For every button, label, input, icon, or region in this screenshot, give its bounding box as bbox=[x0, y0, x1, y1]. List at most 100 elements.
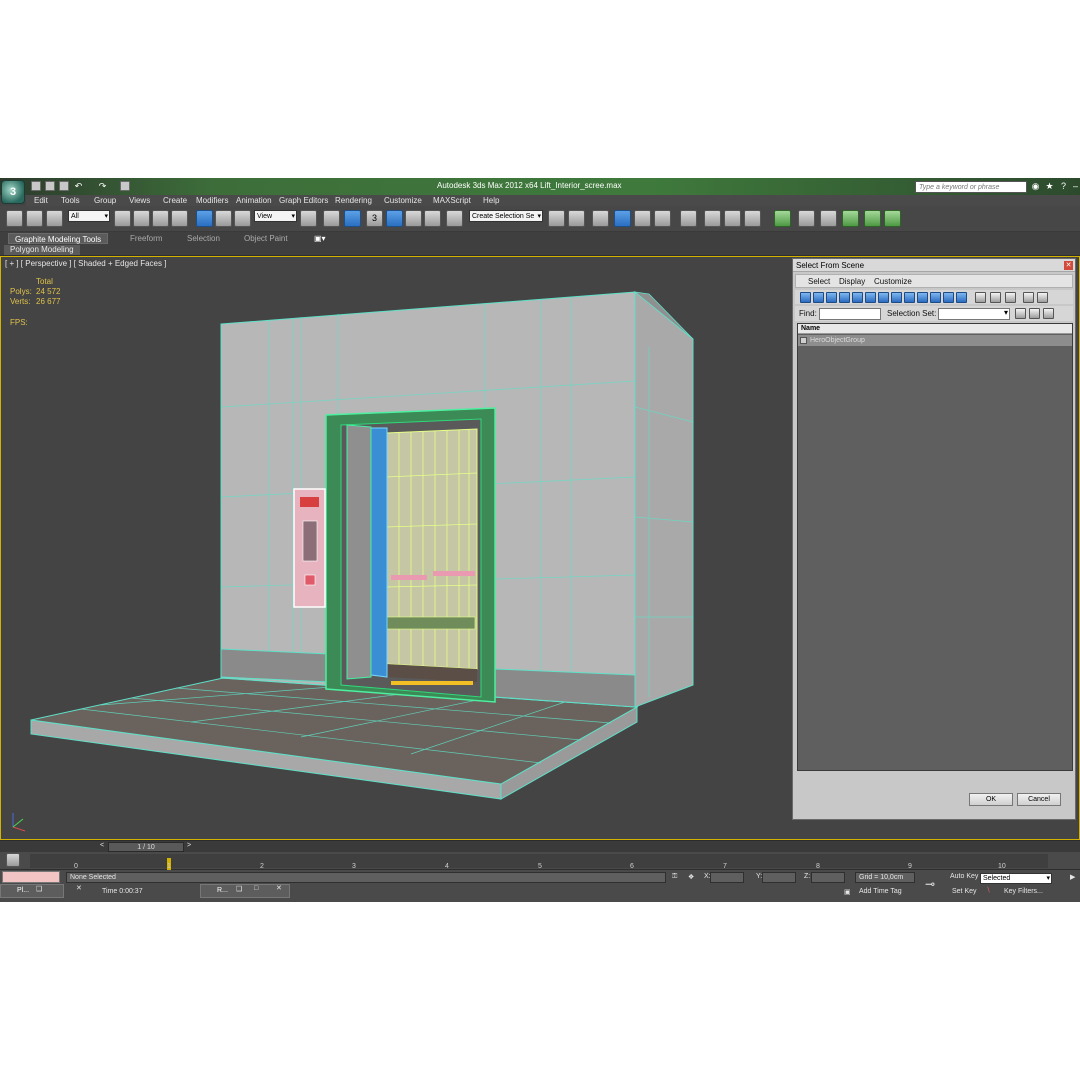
viewport-label[interactable]: [ + ] [ Perspective ] [ Shaded + Edged F… bbox=[5, 259, 166, 268]
rendered-frame-window-icon[interactable] bbox=[724, 210, 741, 227]
window-crossing-icon[interactable] bbox=[171, 210, 188, 227]
pivot-center-icon[interactable] bbox=[300, 210, 317, 227]
menu-modifiers[interactable]: Modifiers bbox=[196, 196, 228, 205]
minimize-icon[interactable]: – bbox=[1070, 181, 1080, 192]
subscription-icon[interactable]: ★ bbox=[1044, 181, 1055, 192]
rectangular-selection-icon[interactable] bbox=[152, 210, 169, 227]
mini-curve-editor-icon[interactable] bbox=[6, 853, 20, 867]
restore-icon[interactable]: ❑ bbox=[36, 885, 42, 893]
ok-button[interactable]: OK bbox=[969, 793, 1013, 806]
filter-icon[interactable] bbox=[1023, 292, 1034, 303]
select-object-icon[interactable] bbox=[114, 210, 131, 227]
keyboard-shortcut-override-icon[interactable] bbox=[344, 210, 361, 227]
menu-views[interactable]: Views bbox=[129, 196, 150, 205]
display-lights-icon[interactable] bbox=[826, 292, 837, 303]
menu-group[interactable]: Group bbox=[94, 196, 116, 205]
new-file-icon[interactable] bbox=[31, 181, 41, 191]
lock-icon[interactable]: ⚿ bbox=[672, 873, 677, 881]
tab-selection[interactable]: Selection bbox=[181, 233, 226, 244]
restore-icon[interactable]: ❑ bbox=[236, 885, 242, 893]
scale-icon[interactable] bbox=[234, 210, 251, 227]
display-hidden-icon[interactable] bbox=[943, 292, 954, 303]
slider-prev-icon[interactable]: < bbox=[100, 842, 104, 849]
help-icon[interactable]: ? bbox=[1058, 181, 1069, 192]
auto-key-button[interactable]: Auto Key bbox=[950, 873, 978, 880]
display-bones-icon[interactable] bbox=[904, 292, 915, 303]
material-editor-icon[interactable] bbox=[680, 210, 697, 227]
panel-polygon-modeling[interactable]: Polygon Modeling bbox=[4, 245, 80, 255]
save-file-icon[interactable] bbox=[59, 181, 69, 191]
time-tag-icon[interactable]: ▣ bbox=[844, 888, 851, 896]
schematic-view-icon[interactable] bbox=[654, 210, 671, 227]
render-setup-icon[interactable] bbox=[704, 210, 721, 227]
key-filters-button[interactable]: Key Filters... bbox=[1004, 888, 1043, 895]
find-input[interactable] bbox=[819, 308, 881, 320]
add-time-tag-button[interactable]: Add Time Tag bbox=[859, 888, 902, 895]
menu-maxscript[interactable]: MAXScript bbox=[433, 196, 471, 205]
close-icon[interactable]: ✕ bbox=[1064, 261, 1073, 270]
selection-filter-dropdown[interactable]: All bbox=[68, 210, 110, 223]
render-production-icon[interactable] bbox=[744, 210, 761, 227]
move-icon[interactable] bbox=[196, 210, 213, 227]
close-icon[interactable]: ✕ bbox=[276, 884, 282, 892]
refresh-icon[interactable] bbox=[864, 210, 881, 227]
app-logo-icon[interactable]: 3 bbox=[1, 180, 25, 204]
mirror-icon[interactable] bbox=[548, 210, 565, 227]
unlink-icon[interactable] bbox=[26, 210, 43, 227]
cancel-button[interactable]: Cancel bbox=[1017, 793, 1061, 806]
tab-freeform[interactable]: Freeform bbox=[124, 233, 168, 244]
stack-icon[interactable] bbox=[820, 210, 837, 227]
undo-icon[interactable]: ↶ bbox=[73, 181, 84, 192]
menu-edit[interactable]: Edit bbox=[34, 196, 48, 205]
maxscript-listener-field[interactable] bbox=[2, 871, 60, 883]
display-helpers-icon[interactable] bbox=[852, 292, 863, 303]
menu-animation[interactable]: Animation bbox=[236, 196, 272, 205]
layer-manager-icon[interactable] bbox=[592, 210, 609, 227]
key-mode-icon[interactable]: ⊸ bbox=[925, 877, 935, 891]
y-coordinate-field[interactable] bbox=[762, 872, 796, 883]
menu-customize[interactable]: Customize bbox=[384, 196, 422, 205]
bind-space-warp-icon[interactable] bbox=[46, 210, 63, 227]
sync-selection-icon[interactable] bbox=[1005, 292, 1016, 303]
select-all-icon[interactable] bbox=[1015, 308, 1026, 319]
container-icon[interactable] bbox=[774, 210, 791, 227]
select-invert-icon[interactable] bbox=[1043, 308, 1054, 319]
display-frozen-icon[interactable] bbox=[930, 292, 941, 303]
time-slider[interactable]: < 1 / 10 > bbox=[0, 840, 1080, 852]
rotate-icon[interactable] bbox=[215, 210, 232, 227]
menu-rendering[interactable]: Rendering bbox=[335, 196, 372, 205]
menu-tools[interactable]: Tools bbox=[61, 196, 80, 205]
xref-icon[interactable] bbox=[798, 210, 815, 227]
slider-next-icon[interactable]: > bbox=[187, 842, 191, 849]
percent-snap-icon[interactable] bbox=[405, 210, 422, 227]
align-icon[interactable] bbox=[568, 210, 585, 227]
edit-named-selection-icon[interactable] bbox=[446, 210, 463, 227]
x-coordinate-field[interactable] bbox=[710, 872, 744, 883]
spinner-snap-icon[interactable] bbox=[424, 210, 441, 227]
snaps-toggle-icon[interactable]: 3 bbox=[366, 210, 383, 227]
dialog-menu-customize[interactable]: Customize bbox=[874, 277, 912, 286]
selection-set-dropdown[interactable] bbox=[938, 308, 1010, 320]
display-xrefs-icon[interactable] bbox=[891, 292, 902, 303]
display-cameras-icon[interactable] bbox=[839, 292, 850, 303]
menu-graph-editors[interactable]: Graph Editors bbox=[279, 196, 328, 205]
set-key-button[interactable]: Set Key bbox=[952, 888, 977, 895]
binoculars-icon[interactable]: ◉ bbox=[1030, 181, 1041, 192]
project-folder-icon[interactable] bbox=[120, 181, 130, 191]
maximize-icon[interactable]: □ bbox=[254, 885, 258, 892]
redo-icon[interactable]: ↷ bbox=[97, 181, 108, 192]
collapse-icon[interactable] bbox=[842, 210, 859, 227]
track-area[interactable]: 0 1 2 3 4 5 6 7 8 9 10 bbox=[30, 854, 1048, 870]
track-bar[interactable]: 0 1 2 3 4 5 6 7 8 9 10 bbox=[0, 852, 1080, 870]
key-mode-dropdown[interactable]: Selected bbox=[980, 873, 1052, 884]
search-input[interactable]: Type a keyword or phrase bbox=[915, 181, 1027, 193]
dialog-menu-select[interactable]: Select bbox=[808, 277, 830, 286]
open-file-icon[interactable] bbox=[45, 181, 55, 191]
menu-help[interactable]: Help bbox=[483, 196, 499, 205]
close-icon[interactable]: ✕ bbox=[76, 884, 82, 892]
list-item[interactable]: HeroObjectGroup bbox=[798, 335, 1072, 346]
ribbon-options-icon[interactable]: ▣▾ bbox=[308, 233, 332, 244]
select-and-link-icon[interactable] bbox=[6, 210, 23, 227]
dialog-menu-display[interactable]: Display bbox=[839, 277, 865, 286]
display-all-icon[interactable] bbox=[956, 292, 967, 303]
